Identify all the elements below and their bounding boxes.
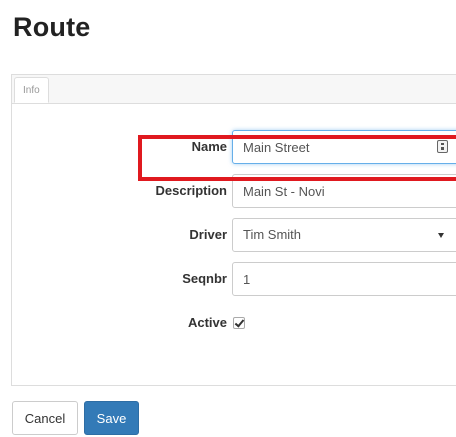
route-page: Route Info Name Description Driver Tim S… — [0, 0, 456, 437]
route-form-panel: Info Name Description Driver Tim Smith S… — [11, 74, 456, 386]
seqnbr-field[interactable] — [232, 262, 456, 296]
active-row: Active — [12, 306, 456, 340]
driver-select[interactable]: Tim Smith — [232, 218, 456, 252]
tab-info[interactable]: Info — [14, 77, 49, 103]
seqnbr-row: Seqnbr — [12, 262, 456, 296]
tab-bar: Info — [12, 75, 456, 104]
name-label: Name — [191, 139, 227, 154]
driver-selected-value: Tim Smith — [243, 227, 302, 242]
name-field[interactable] — [232, 130, 456, 164]
save-button[interactable]: Save — [84, 401, 139, 435]
driver-row: Driver Tim Smith — [12, 218, 456, 252]
name-row: Name — [12, 130, 456, 164]
active-label: Active — [187, 315, 227, 330]
description-row: Description — [12, 174, 456, 208]
caret-down-icon — [438, 233, 444, 238]
active-checkbox[interactable] — [233, 317, 245, 329]
cancel-button[interactable]: Cancel — [12, 401, 78, 435]
autofill-icon[interactable] — [437, 140, 448, 153]
description-label: Description — [155, 183, 227, 198]
check-icon — [234, 317, 245, 328]
seqnbr-label: Seqnbr — [182, 271, 227, 286]
driver-label: Driver — [189, 227, 227, 242]
page-title: Route — [13, 12, 91, 42]
description-field[interactable] — [232, 174, 456, 208]
